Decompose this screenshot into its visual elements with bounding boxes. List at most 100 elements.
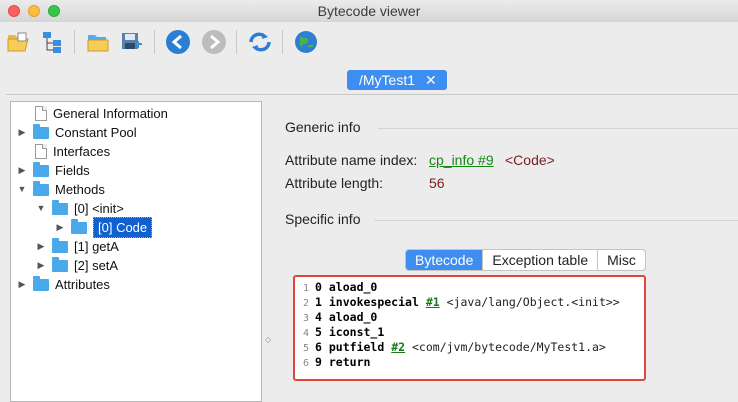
folder-icon	[33, 275, 49, 291]
toolbar-separator	[236, 30, 237, 54]
back-arrow-icon	[166, 30, 190, 54]
tree-item-method-init[interactable]: ▼ [0] <init>	[36, 199, 124, 218]
bytecode-line: 21 invokespecial #1 <java/lang/Object.<i…	[295, 295, 620, 310]
toolbar-separator	[282, 30, 283, 54]
tree-item-attributes[interactable]: ▶ Attributes	[17, 275, 110, 294]
folder-icon	[52, 199, 68, 215]
title-bar: Bytecode viewer	[0, 0, 738, 23]
tree-item-label: Fields	[55, 163, 90, 178]
back-button[interactable]	[164, 28, 192, 56]
bytecode-line: 10 aload_0	[295, 280, 377, 295]
bytecode-opcode: invokespecial	[328, 295, 419, 309]
document-tab-label: /MyTest1	[359, 72, 416, 88]
tree-expander[interactable]: ▶	[17, 275, 27, 294]
open-button[interactable]	[4, 28, 32, 56]
line-number: 3	[302, 313, 309, 324]
folder-icon	[52, 256, 68, 272]
line-number: 6	[302, 358, 309, 369]
tree-item-label: [1] getA	[74, 239, 119, 254]
tree-item-constant-pool[interactable]: ▶ Constant Pool	[17, 123, 137, 142]
bytecode-opcode: putfield	[328, 340, 385, 354]
bytecode-opcode: iconst_1	[328, 325, 385, 339]
save-button[interactable]	[118, 28, 146, 56]
tree-item-label: Attributes	[55, 277, 110, 292]
refresh-button[interactable]	[246, 28, 274, 56]
class-structure-tree[interactable]: General Information ▶ Constant Pool Inte…	[10, 101, 262, 402]
tree-item-method-seta[interactable]: ▶ [2] setA	[36, 256, 118, 275]
bytecode-line: 34 aload_0	[295, 310, 377, 325]
tree-item-label: [0] Code	[93, 217, 153, 238]
line-number: 5	[302, 343, 309, 354]
file-icon	[35, 106, 47, 121]
tree-expander[interactable]: ▼	[36, 199, 46, 218]
cp-info-link[interactable]: cp_info #9	[429, 152, 494, 168]
bytecode-offset: 0	[315, 280, 322, 294]
tree-item-method-geta[interactable]: ▶ [1] getA	[36, 237, 119, 256]
detail-panel: Generic info Attribute name index: cp_in…	[274, 95, 738, 402]
bytecode-offset: 1	[315, 295, 322, 309]
window-title: Bytecode viewer	[317, 3, 421, 19]
split-pane-divider[interactable]: ◇	[265, 335, 271, 344]
constant-pool-ref-link[interactable]: #2	[391, 340, 405, 354]
attribute-name-index-label: Attribute name index:	[285, 152, 418, 168]
folder-icon	[71, 218, 87, 234]
bytecode-opcode: return	[328, 355, 371, 369]
hierarchy-icon	[43, 32, 61, 53]
bytecode-listing[interactable]: 10 aload_0 21 invokespecial #1 <java/lan…	[293, 275, 646, 381]
line-number: 4	[302, 328, 309, 339]
tree-expander[interactable]: ▶	[55, 218, 65, 237]
open-folder-icon	[7, 32, 29, 52]
bytecode-offset: 5	[315, 325, 322, 339]
section-divider	[374, 220, 738, 221]
constant-pool-ref-link[interactable]: #1	[426, 295, 440, 309]
document-tab-mytest1[interactable]: /MyTest1 ✕	[347, 70, 447, 90]
tree-item-methods[interactable]: ▼ Methods	[17, 180, 105, 199]
web-button[interactable]	[292, 28, 320, 56]
tree-expander[interactable]: ▶	[17, 123, 27, 142]
folder-icon	[52, 237, 68, 253]
main-content: General Information ▶ Constant Pool Inte…	[6, 94, 738, 402]
folder-icon	[33, 180, 49, 196]
tree-expander[interactable]: ▶	[17, 161, 27, 180]
section-divider	[378, 128, 738, 129]
specific-info-heading: Specific info	[285, 211, 361, 227]
tree-item-label: Methods	[55, 182, 105, 197]
tree-item-label: Interfaces	[53, 144, 111, 159]
open-folder-alt-icon	[87, 35, 109, 52]
close-tab-icon[interactable]: ✕	[425, 70, 437, 90]
forward-button[interactable]	[200, 28, 228, 56]
tree-item-label: [2] setA	[74, 258, 119, 273]
save-icon	[122, 33, 142, 49]
folder-icon	[33, 161, 49, 177]
file-icon	[35, 144, 47, 159]
open-alt-button[interactable]	[84, 28, 112, 56]
attribute-name-value: <Code>	[505, 152, 555, 168]
tab-exception-table[interactable]: Exception table	[483, 250, 599, 270]
attribute-length-value: 56	[429, 175, 445, 191]
toolbar-separator	[74, 30, 75, 54]
tab-misc[interactable]: Misc	[598, 250, 645, 270]
bytecode-comment: <com/jvm/bytecode/MyTest1.a>	[412, 340, 606, 354]
tree-expander[interactable]: ▼	[17, 180, 27, 199]
tree-item-label: [0] <init>	[74, 201, 124, 216]
tree-expander[interactable]: ▶	[36, 256, 46, 275]
attribute-length-label: Attribute length:	[285, 175, 384, 191]
bytecode-line: 56 putfield #2 <com/jvm/bytecode/MyTest1…	[295, 340, 606, 355]
tree-item-interfaces[interactable]: Interfaces	[25, 142, 110, 161]
tab-bytecode[interactable]: Bytecode	[406, 250, 484, 270]
bytecode-opcode: aload_0	[328, 310, 378, 324]
tree-item-general-information[interactable]: General Information	[25, 104, 168, 123]
bytecode-line: 69 return	[295, 355, 370, 370]
bytecode-offset: 6	[315, 340, 322, 354]
folder-icon	[33, 123, 49, 139]
refresh-icon	[249, 32, 271, 52]
tree-expander[interactable]: ▶	[36, 237, 46, 256]
tree-item-fields[interactable]: ▶ Fields	[17, 161, 90, 180]
bytecode-opcode: aload_0	[328, 280, 378, 294]
tree-item-label: Constant Pool	[55, 125, 137, 140]
hierarchy-button[interactable]	[38, 28, 66, 56]
tree-item-code[interactable]: ▶ [0] Code	[55, 217, 153, 238]
toolbar-separator	[154, 30, 155, 54]
document-tab-strip: /MyTest1 ✕	[6, 66, 738, 94]
forward-arrow-icon	[202, 30, 226, 54]
